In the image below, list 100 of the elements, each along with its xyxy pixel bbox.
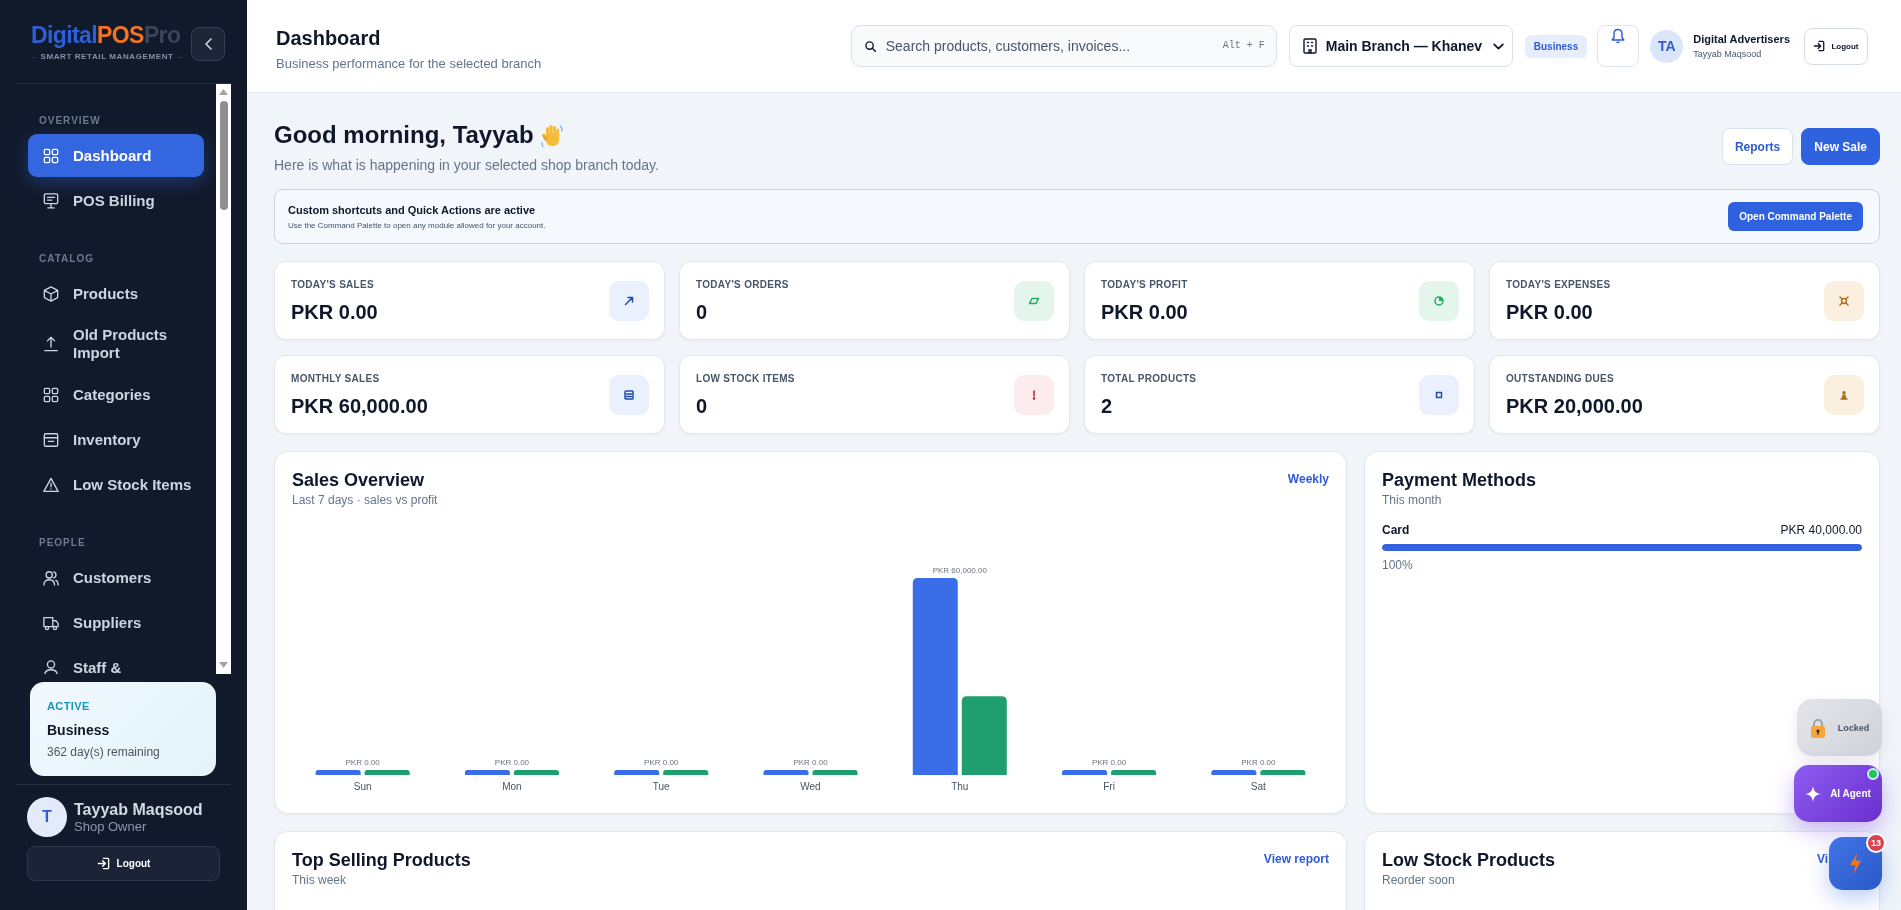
user-avatar: TA (1650, 29, 1684, 63)
scrollbar-thumb[interactable] (219, 101, 228, 210)
nav-item[interactable]: Low Stock Items (28, 463, 204, 506)
stat-label: MONTHLY SALES (291, 371, 381, 385)
stat-label: TODAY'S PROFIT (1101, 277, 1188, 291)
user-name: Digital Advertisers (1693, 32, 1790, 46)
user-subtitle: Tayyab Maqsood (1693, 48, 1763, 60)
action-button[interactable]: Reports (1721, 128, 1794, 165)
sparkle-icon (1805, 785, 1822, 802)
person-icon (43, 659, 59, 674)
waving-hand-icon (540, 123, 563, 147)
card-subtitle: This week (292, 872, 348, 888)
upload-icon (43, 336, 59, 352)
value-label: PKR 0.00 (793, 758, 828, 767)
chevron-left-icon (204, 38, 212, 50)
warning-icon (43, 476, 59, 493)
greeting-subtitle: Here is what is happening in your selected shop branch today. (274, 156, 659, 174)
branch-select[interactable]: Main Branch — Khanev (1288, 25, 1513, 67)
stat-value: 0 (696, 393, 709, 418)
archive-icon (43, 431, 59, 448)
locked-button[interactable]: Locked (1797, 699, 1882, 756)
card-subtitle: This month (1382, 492, 1443, 508)
axis-label: Wed (800, 781, 821, 792)
scroll-up-icon (219, 89, 228, 95)
logo-tagline: SMART RETAIL MANAGEMENT (40, 52, 174, 62)
notice-title: Custom shortcuts and Quick Actions are active (288, 202, 537, 217)
plan-name: Business (47, 721, 111, 739)
axis-label: Sun (353, 781, 372, 792)
nav-item[interactable]: Products (28, 272, 204, 315)
nav-item[interactable]: POS Billing (28, 179, 204, 222)
logout-button[interactable]: Logout (27, 846, 220, 881)
card-title: Sales Overview (292, 469, 426, 492)
stat-value: PKR 20,000.00 (1506, 393, 1643, 418)
nav-item[interactable]: Old Products Import (28, 317, 204, 371)
truck-icon (43, 614, 59, 631)
axis-label: Thu (951, 781, 969, 792)
user-name: Tayyab Maqsood (74, 799, 203, 819)
scrollbar[interactable] (216, 84, 231, 674)
plan-status: ACTIVE (47, 699, 91, 713)
stat-label: TODAY'S SALES (291, 277, 375, 291)
nav-item[interactable]: Customers (28, 556, 204, 599)
nav-item[interactable]: Categories (28, 373, 204, 416)
bell-icon (1611, 28, 1626, 44)
page-subtitle: Business performance for the selected branch (276, 56, 543, 72)
stat-value: PKR 60,000.00 (291, 393, 428, 418)
stat-label: TODAY'S EXPENSES (1506, 277, 1611, 291)
card-subtitle: Reorder soon (1382, 872, 1456, 888)
user-role: Shop Owner (74, 818, 148, 835)
card-link[interactable]: Vi (1816, 851, 1828, 867)
axis-label: Sat (1250, 781, 1266, 792)
ai-agent-button[interactable]: AI Agent (1794, 765, 1882, 822)
command-palette-button[interactable]: Open Command Palette (1728, 202, 1863, 231)
nav-item[interactable]: Staff & (28, 646, 204, 674)
padlock-icon (1809, 717, 1826, 738)
stat-value: PKR 0.00 (1506, 299, 1594, 324)
collapse-button[interactable] (191, 27, 225, 61)
grid-icon (43, 386, 59, 403)
value-label: PKR 60,000.00 (932, 566, 987, 575)
user-avatar: T (27, 797, 67, 837)
logout-icon (1813, 40, 1826, 52)
card-link[interactable]: View report (1263, 851, 1329, 867)
section-label: CATALOG (38, 252, 94, 266)
section-label: PEOPLE (38, 536, 86, 550)
axis-label: Mon (502, 781, 522, 792)
card-link[interactable]: Weekly (1287, 471, 1329, 487)
nav-item[interactable]: Inventory (28, 418, 204, 461)
page-title: Dashboard (276, 26, 382, 50)
nav-item[interactable]: Dashboard (28, 134, 204, 177)
method-name: Card (1382, 522, 1410, 538)
value-label: PKR 0.00 (1241, 758, 1276, 767)
notice-text: Use the Command Palette to open any module allowed for your account. (288, 219, 546, 231)
users-icon (43, 569, 59, 586)
monitor-icon (43, 192, 59, 209)
notifications-button[interactable] (1597, 25, 1640, 67)
logout-button[interactable]: Logout (1804, 27, 1868, 65)
nav-item[interactable]: Suppliers (28, 601, 204, 644)
axis-label: Tue (652, 781, 670, 792)
card-title: Payment Methods (1382, 469, 1537, 492)
axis-label: Fri (1103, 781, 1115, 792)
scroll-down-icon (219, 662, 228, 668)
stat-label: LOW STOCK ITEMS (696, 371, 795, 385)
action-button[interactable]: New Sale (1801, 128, 1880, 165)
value-label: PKR 0.00 (1091, 758, 1127, 767)
stat-value: PKR 0.00 (1101, 299, 1188, 324)
stat-label: OUTSTANDING DUES (1506, 371, 1615, 385)
value-label: PKR 0.00 (644, 758, 679, 767)
card-title: Top Selling Products (292, 849, 471, 872)
building-icon (1302, 38, 1317, 54)
stat-label: TODAY'S ORDERS (696, 277, 789, 291)
logout-icon (96, 857, 110, 870)
method-share: 100% (1382, 557, 1414, 573)
stat-value: 0 (696, 299, 709, 324)
card-subtitle: Last 7 days · sales vs profit (292, 492, 438, 508)
logo: DigitalPOSPro (31, 22, 182, 49)
search-icon (864, 41, 876, 52)
bolt-icon (1849, 853, 1862, 874)
cube-icon (43, 285, 59, 302)
value-label: PKR 0.00 (494, 758, 530, 767)
plan-badge: Business (1524, 34, 1588, 58)
shortcut-hint: Alt + F (1222, 40, 1265, 52)
